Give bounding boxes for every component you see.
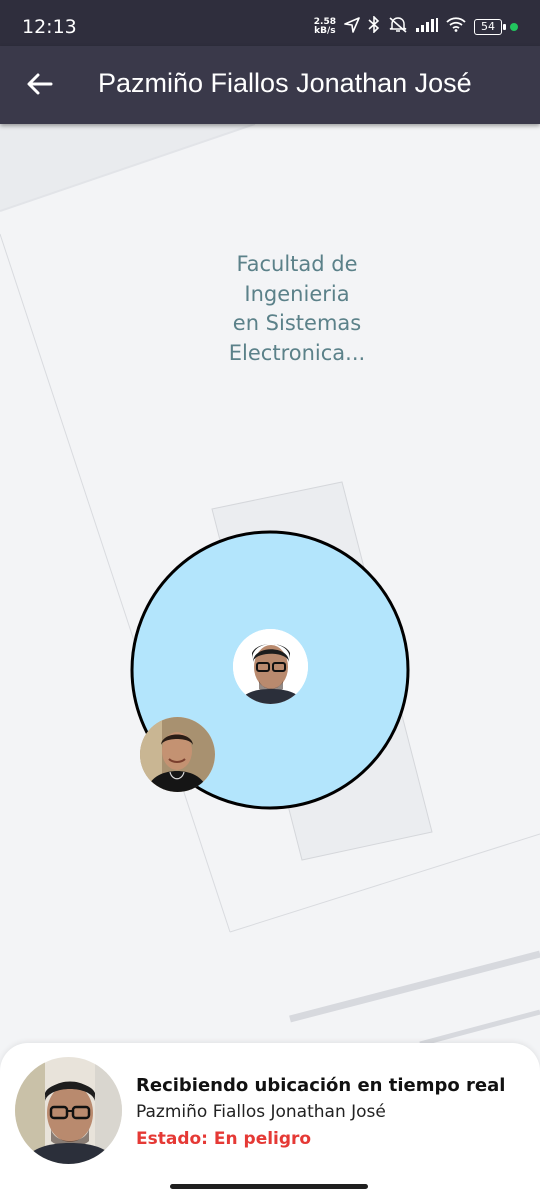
location-info-card: Recibiendo ubicación en tiempo real Pazm…: [0, 1043, 540, 1200]
network-speed-unit: kB/s: [314, 25, 336, 36]
battery-icon: 54: [474, 18, 506, 35]
status-icons: 2.58 kB/s 54: [314, 15, 518, 37]
signal-icon: [416, 17, 438, 36]
place-label-line: Electronica...: [228, 340, 366, 365]
status-badge: Estado: En peligro: [136, 1129, 312, 1149]
home-indicator[interactable]: [170, 1184, 368, 1189]
arrow-left-icon[interactable]: [18, 62, 62, 106]
card-text: Recibiendo ubicación en tiempo real Pazm…: [136, 1073, 536, 1152]
place-label-line: Ingenieria: [244, 281, 350, 306]
place-label-line: Facultad de: [236, 252, 358, 276]
contact-avatar-marker[interactable]: [140, 717, 215, 792]
status-bar: 12:13 2.58 kB/s 54: [0, 0, 540, 46]
bluetooth-icon: [368, 15, 380, 37]
card-heading: Recibiendo ubicación en tiempo real: [136, 1075, 506, 1096]
user-avatar-marker[interactable]: [233, 629, 308, 704]
privacy-indicator-dot: [510, 22, 518, 31]
card-person-name: Pazmiño Fiallos Jonathan José: [136, 1102, 386, 1122]
map-view[interactable]: Facultad de Ingenieria en Sistemas Elect…: [0, 124, 540, 1200]
wifi-icon: [446, 17, 466, 36]
card-avatar: [15, 1057, 122, 1164]
app-bar: Pazmiño Fiallos Jonathan José: [0, 46, 540, 124]
status-time: 12:13: [22, 16, 77, 38]
network-speed: 2.58 kB/s: [314, 17, 336, 36]
place-label-line: en Sistemas: [232, 311, 362, 335]
location-arrow-icon: [344, 16, 360, 37]
page-title: Pazmiño Fiallos Jonathan José: [98, 68, 472, 98]
muted-icon: [388, 16, 408, 37]
place-label: Facultad de Ingenieria en Sistemas Elect…: [197, 250, 397, 368]
